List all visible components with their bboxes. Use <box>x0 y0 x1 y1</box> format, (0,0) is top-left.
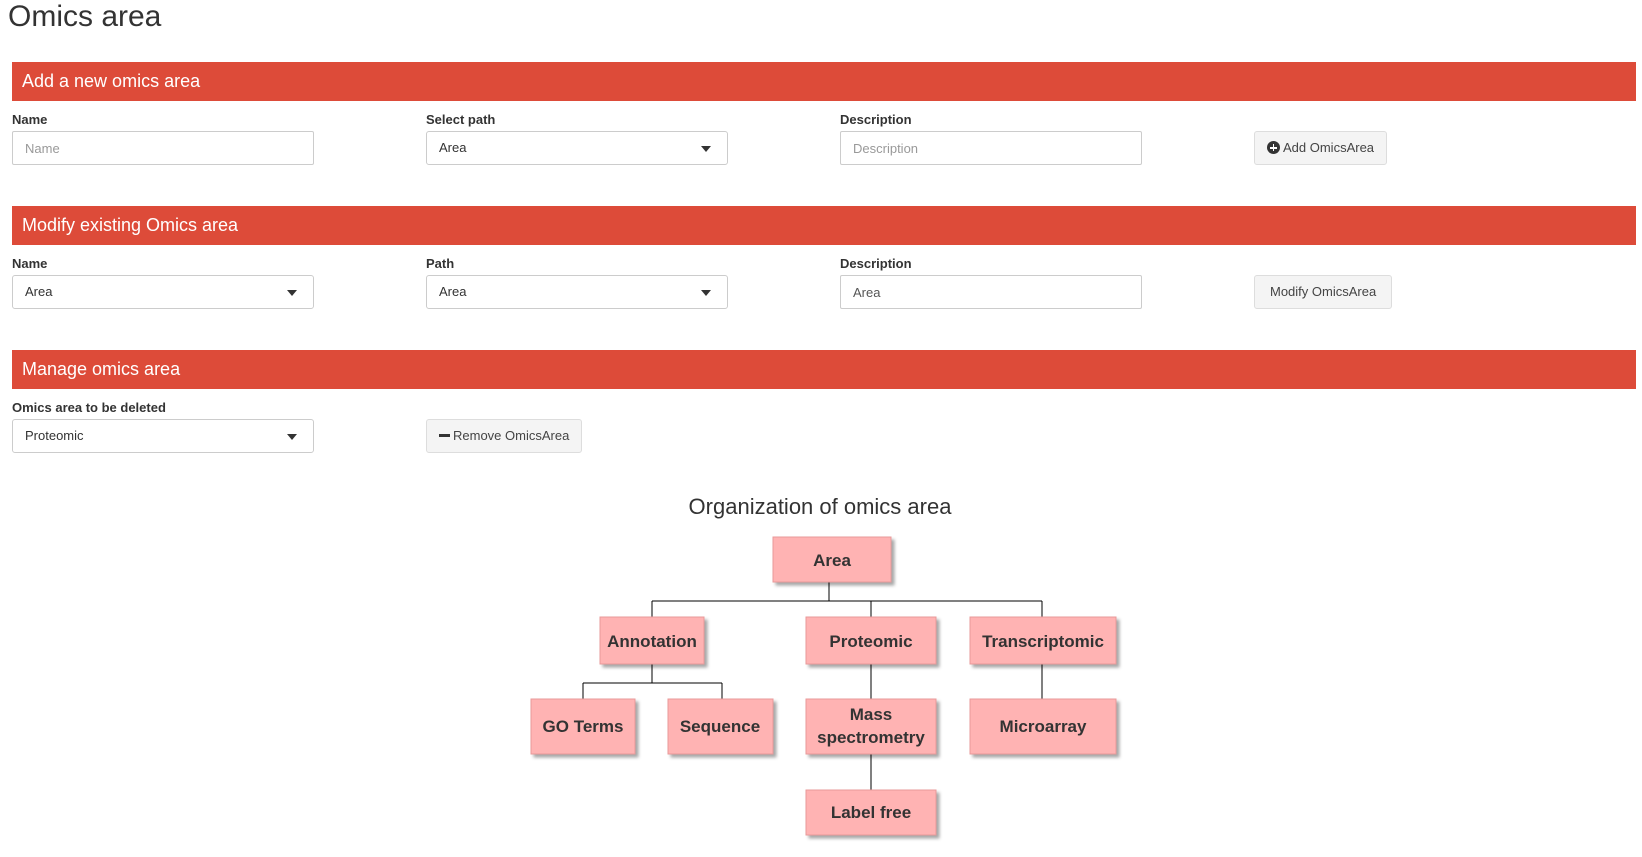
tree-node-transcriptomic: Transcriptomic <box>969 616 1117 665</box>
tree-node-label-free: Label free <box>805 789 937 836</box>
omics-tree-diagram: Area Annotation Proteomic Transcriptomic… <box>530 536 1117 836</box>
tree-node-area: Area <box>772 536 892 583</box>
node-label: GO Terms <box>543 717 624 736</box>
node-label: Transcriptomic <box>982 632 1104 651</box>
tree-node-mass-spectrometry: Mass spectrometry <box>805 698 937 755</box>
node-label: Label free <box>831 803 911 822</box>
tree-connectors <box>582 582 1043 790</box>
node-label: Mass <box>850 705 893 724</box>
node-label: Proteomic <box>829 632 912 651</box>
tree-node-annotation: Annotation <box>599 616 705 665</box>
tree-node-microarray: Microarray <box>969 698 1117 755</box>
tree-node-sequence: Sequence <box>667 698 774 755</box>
node-label: Microarray <box>1000 717 1087 736</box>
node-label: Area <box>813 551 851 570</box>
node-label: spectrometry <box>817 728 925 747</box>
node-label: Annotation <box>607 632 697 651</box>
tree-node-go-terms: GO Terms <box>530 698 636 755</box>
tree-node-proteomic: Proteomic <box>805 616 937 665</box>
node-label: Sequence <box>680 717 760 736</box>
